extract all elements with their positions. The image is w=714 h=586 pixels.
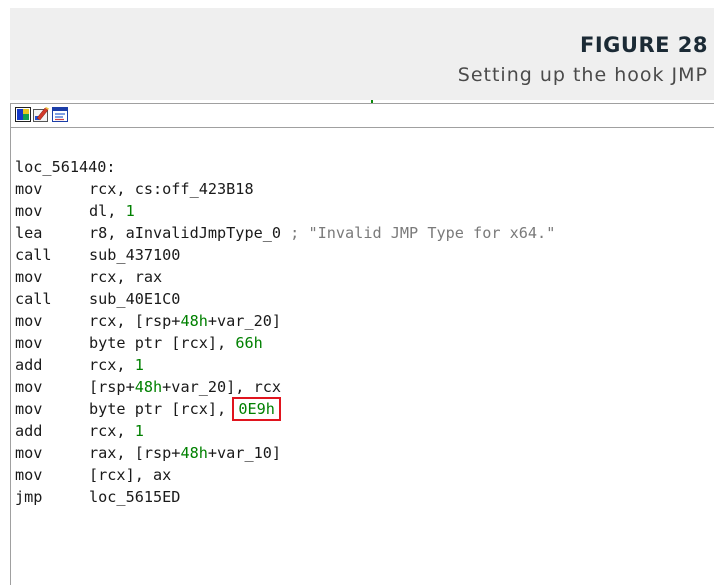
disassembly-toolbar: [11, 104, 714, 128]
code-line[interactable]: mov rcx, [rsp+48h+var_20]: [15, 310, 281, 332]
figure-caption: FIGURE 28 Setting up the hook JMP: [10, 8, 714, 100]
mnemonic: mov: [15, 466, 43, 484]
code-line[interactable]: add rcx, 1: [15, 420, 144, 442]
mnemonic: mov: [15, 202, 43, 220]
numeric-literal: 48h: [180, 444, 208, 462]
operands: loc_5615ED: [89, 488, 181, 506]
operands: rcx,: [89, 422, 135, 440]
operands: rcx, [rsp+: [89, 312, 181, 330]
mnemonic: jmp: [15, 488, 43, 506]
code-line[interactable]: mov [rcx], ax: [15, 464, 171, 486]
mnemonic: call: [15, 290, 52, 308]
operands: byte ptr [rcx],: [89, 334, 236, 352]
code-label[interactable]: loc_561440:: [15, 156, 116, 178]
code-line[interactable]: mov byte ptr [rcx], 66h: [15, 332, 263, 354]
code-line[interactable]: mov byte ptr [rcx], 0E9h: [15, 397, 281, 421]
numeric-literal: 1: [125, 202, 135, 220]
figure-label: FIGURE 28: [580, 33, 708, 57]
code-line[interactable]: mov dl, 1: [15, 200, 135, 222]
mnemonic: mov: [15, 268, 43, 286]
graph-view-icon[interactable]: [15, 107, 31, 122]
operands: sub_437100: [89, 246, 181, 264]
code-line[interactable]: call sub_40E1C0: [15, 288, 180, 310]
numeric-literal: 48h: [134, 378, 163, 396]
code-line[interactable]: mov [rsp+48h+var_20], rcx: [15, 376, 281, 398]
code-line[interactable]: mov rcx, rax: [15, 266, 162, 288]
code-line[interactable]: call sub_437100: [15, 244, 180, 266]
operands: rcx,: [89, 356, 135, 374]
code-line[interactable]: add rcx, 1: [15, 354, 144, 376]
mnemonic: mov: [15, 334, 43, 352]
operands-suffix: +var_10]: [207, 444, 282, 462]
operands-suffix: +var_20], rcx: [162, 378, 282, 396]
mnemonic: add: [15, 422, 43, 440]
operands: [rcx], ax: [89, 466, 172, 484]
mnemonic: mov: [15, 312, 43, 330]
operands: [rsp+: [89, 378, 135, 396]
code-line[interactable]: jmp loc_5615ED: [15, 486, 180, 508]
figure-title: Setting up the hook JMP: [457, 64, 708, 86]
highlighted-jmp-opcode: 0E9h: [232, 397, 281, 421]
mnemonic: mov: [15, 180, 43, 198]
code-comment: ; "Invalid JMP Type for x64.": [290, 224, 556, 242]
mnemonic: mov: [15, 400, 43, 418]
operands: byte ptr [rcx],: [89, 400, 236, 418]
operands: rax, [rsp+: [89, 444, 181, 462]
mnemonic: mov: [15, 378, 43, 396]
code-line[interactable]: mov rcx, cs:off_423B18: [15, 178, 254, 200]
edit-icon[interactable]: [33, 107, 49, 122]
numeric-literal: 1: [134, 422, 144, 440]
text-view-icon[interactable]: [52, 107, 68, 122]
mnemonic: mov: [15, 444, 43, 462]
operands: rcx, cs:off_423B18: [89, 180, 254, 198]
mnemonic: add: [15, 356, 43, 374]
operands-suffix: +var_20]: [207, 312, 282, 330]
disassembly-window: loc_561440: mov rcx, cs:off_423B18 mov dl,…: [10, 103, 714, 585]
operands: sub_40E1C0: [89, 290, 181, 308]
mnemonic: call: [15, 246, 52, 264]
operands: rcx, rax: [89, 268, 163, 286]
operands: dl,: [89, 202, 126, 220]
numeric-literal: 1: [134, 356, 144, 374]
numeric-literal: 48h: [180, 312, 208, 330]
numeric-literal: 66h: [235, 334, 263, 352]
code-line[interactable]: mov rax, [rsp+48h+var_10]: [15, 442, 281, 464]
operands: r8, aInvalidJmpType_0: [89, 224, 291, 242]
disassembly-listing[interactable]: loc_561440: mov rcx, cs:off_423B18 mov dl,…: [11, 128, 714, 586]
mnemonic: lea: [15, 224, 43, 242]
code-line[interactable]: lea r8, aInvalidJmpType_0 ; "Invalid JMP …: [15, 222, 555, 244]
